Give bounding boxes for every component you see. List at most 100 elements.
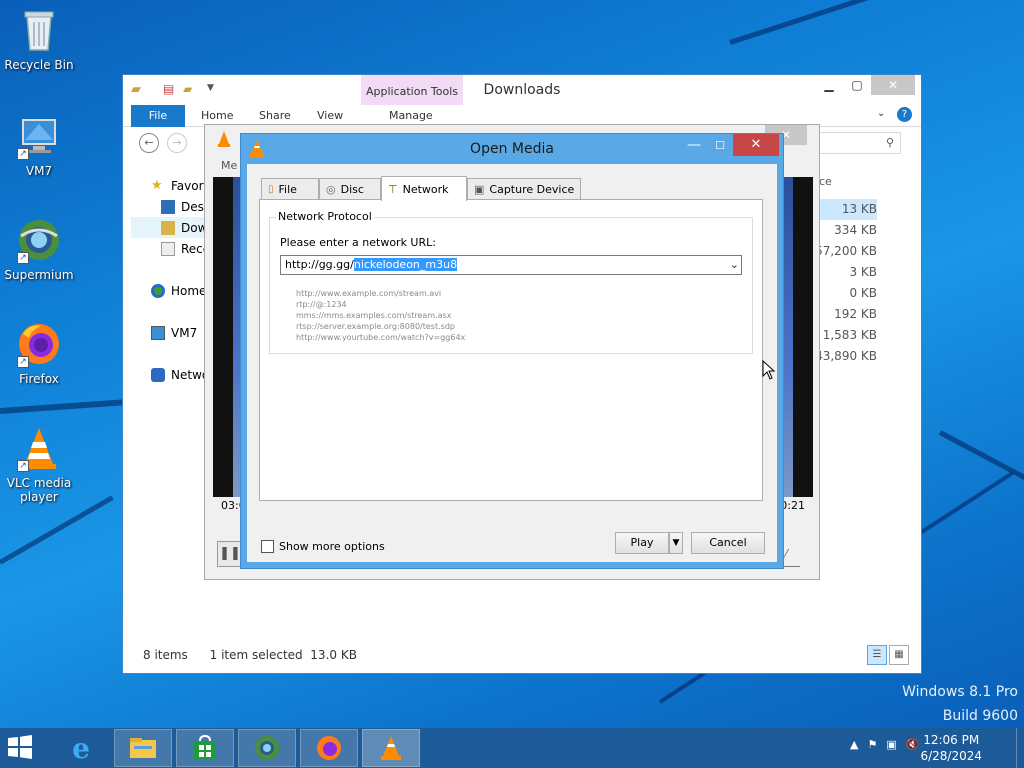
file-icon: ▯	[268, 184, 274, 195]
desktop-icon-label: VLC media player	[6, 476, 72, 504]
show-more-options-checkbox[interactable]	[261, 540, 274, 553]
tab-capture-device[interactable]: ▣ Capture Device	[467, 178, 581, 200]
vlc-icon	[381, 736, 401, 760]
desktop-icon-label: VM7	[25, 164, 53, 178]
tab-label: Network	[402, 182, 449, 196]
windows-edition-watermark: Windows 8.1 Pro	[902, 684, 1018, 700]
status-bar: 8 items 1 item selected 13.0 KB	[143, 648, 357, 662]
url-example: mms://mms.examples.com/stream.asx	[296, 311, 452, 320]
shortcut-arrow-icon: ↗	[17, 252, 29, 264]
nav-item-network[interactable]: Netwo	[151, 364, 211, 385]
file-size[interactable]: 192 KB	[813, 304, 877, 325]
desktop-folder-icon	[161, 199, 175, 214]
vlc-menu-media[interactable]: Me	[221, 159, 237, 172]
taskbar-firefox[interactable]	[300, 729, 358, 767]
desktop-icon-vm7[interactable]: ↗ VM7	[0, 112, 78, 178]
dialog-body: ▯ File ◎ Disc ⊤ Network ▣ Capture Device…	[247, 164, 777, 562]
play-dropdown-button[interactable]: ▼	[669, 532, 683, 554]
close-button[interactable]: ✕	[733, 134, 779, 156]
show-desktop-button[interactable]	[1016, 728, 1024, 768]
tab-file[interactable]: ▯ File	[261, 178, 319, 200]
taskbar-supermium[interactable]	[238, 729, 296, 767]
file-explorer-icon	[130, 738, 156, 758]
tab-manage[interactable]: Manage	[389, 109, 433, 122]
mouse-cursor-icon	[762, 359, 776, 383]
help-icon[interactable]: ?	[897, 107, 912, 122]
status-item-count: 8 items	[143, 648, 188, 662]
windows-build-watermark: Build 9600	[942, 708, 1018, 724]
nav-item-vm7[interactable]: VM7	[151, 322, 211, 343]
details-view-icon[interactable]: ☰	[867, 645, 887, 665]
shortcut-arrow-icon: ↗	[17, 148, 29, 160]
tab-view[interactable]: View	[317, 109, 343, 122]
recent-places-icon	[161, 241, 175, 256]
minimize-button[interactable]: —	[681, 136, 707, 156]
taskbar-file-explorer[interactable]	[114, 729, 172, 767]
url-text-selected: nickelodeon_m3u8	[353, 258, 458, 271]
group-title: Network Protocol	[276, 210, 374, 223]
clock-time: 12:06 PM	[923, 733, 980, 747]
action-center-flag-icon[interactable]: ⚑	[867, 738, 877, 751]
nav-item-favorites[interactable]: ★ Favori	[151, 175, 211, 196]
nav-item-downloads[interactable]: Dow	[131, 217, 211, 238]
nav-item-homegroup[interactable]: Home	[151, 280, 211, 301]
column-header-size[interactable]: ce	[819, 175, 832, 188]
file-size[interactable]: 13 KB	[813, 199, 877, 220]
clock[interactable]: 12:06 PM 6/28/2024	[920, 732, 982, 764]
show-more-options[interactable]: Show more options	[261, 540, 385, 553]
file-size[interactable]: 43,890 KB	[813, 346, 877, 367]
nav-label: Home	[171, 283, 207, 298]
start-button[interactable]	[6, 734, 42, 762]
chevron-down-icon[interactable]: ⌄	[730, 256, 739, 274]
desktop-icon-firefox[interactable]: ↗ Firefox	[0, 320, 78, 386]
tab-label: File	[278, 183, 297, 196]
maximize-button[interactable]: ▢	[843, 75, 871, 95]
search-input[interactable]: ⚲	[819, 132, 901, 154]
system-tray: ▲ ⚑ ▣ 🔇	[850, 738, 919, 751]
tab-file[interactable]: File	[131, 105, 185, 127]
taskbar: e ▲ ⚑ ▣ 🔇 12:06 PM 6/28/2024	[0, 728, 1024, 768]
volume-muted-icon[interactable]: 🔇	[906, 738, 920, 751]
forward-icon[interactable]: →	[167, 133, 187, 153]
large-icons-view-icon[interactable]: ▦	[889, 645, 909, 665]
tab-label: Capture Device	[489, 183, 575, 196]
desktop-icon-vlc[interactable]: ↗ VLC media player	[0, 424, 78, 504]
taskbar-internet-explorer[interactable]: e	[52, 729, 110, 767]
view-switcher: ☰ ▦	[867, 645, 909, 665]
explorer-titlebar: ▰ ▤ ▰ ▼ Application Tools Downloads ▁ ▢ …	[123, 75, 921, 105]
star-icon: ★	[151, 177, 163, 193]
navigation-pane: ★ Favori Desk Dow Rece Home VM7 Netwo	[131, 175, 211, 385]
close-button[interactable]: ✕	[871, 75, 915, 95]
tab-share[interactable]: Share	[259, 109, 291, 122]
network-icon: ⊤	[388, 182, 398, 196]
recycle-bin-icon	[15, 6, 63, 54]
firefox-icon	[317, 736, 341, 760]
desktop-icon-recycle-bin[interactable]: Recycle Bin	[0, 6, 78, 72]
cancel-button[interactable]: Cancel	[691, 532, 765, 554]
ribbon-expand-icon[interactable]: ⌄	[877, 108, 885, 119]
vlc-icon: ↗	[15, 424, 63, 472]
network-tab-panel: Network Protocol Please enter a network …	[259, 199, 763, 501]
maximize-button[interactable]: ☐	[707, 136, 733, 156]
play-button[interactable]: Play	[615, 532, 669, 554]
file-size[interactable]: 334 KB	[813, 220, 877, 241]
tab-home[interactable]: Home	[201, 109, 233, 122]
file-size[interactable]: 3 KB	[813, 262, 877, 283]
tab-network[interactable]: ⊤ Network	[381, 176, 467, 201]
taskbar-store[interactable]	[176, 729, 234, 767]
network-url-input[interactable]: http://gg.gg/nickelodeon_m3u8 ⌄	[280, 255, 742, 275]
network-status-icon[interactable]: ▣	[886, 738, 896, 751]
file-size[interactable]: 1,583 KB	[813, 325, 877, 346]
show-hidden-icons-icon[interactable]: ▲	[850, 738, 858, 751]
file-size[interactable]: 0 KB	[813, 283, 877, 304]
taskbar-vlc[interactable]	[362, 729, 420, 767]
back-icon[interactable]: ←	[139, 133, 159, 153]
desktop-icon-supermium[interactable]: ↗ Supermium	[0, 216, 78, 282]
minimize-button[interactable]: ▁	[815, 75, 843, 95]
wallpaper-ray	[938, 430, 1024, 510]
tab-disc[interactable]: ◎ Disc	[319, 178, 381, 200]
computer-icon: ↗	[15, 112, 63, 160]
file-size[interactable]: 57,200 KB	[813, 241, 877, 262]
wallpaper-ray	[0, 495, 114, 565]
network-protocol-group: Network Protocol Please enter a network …	[269, 210, 753, 354]
